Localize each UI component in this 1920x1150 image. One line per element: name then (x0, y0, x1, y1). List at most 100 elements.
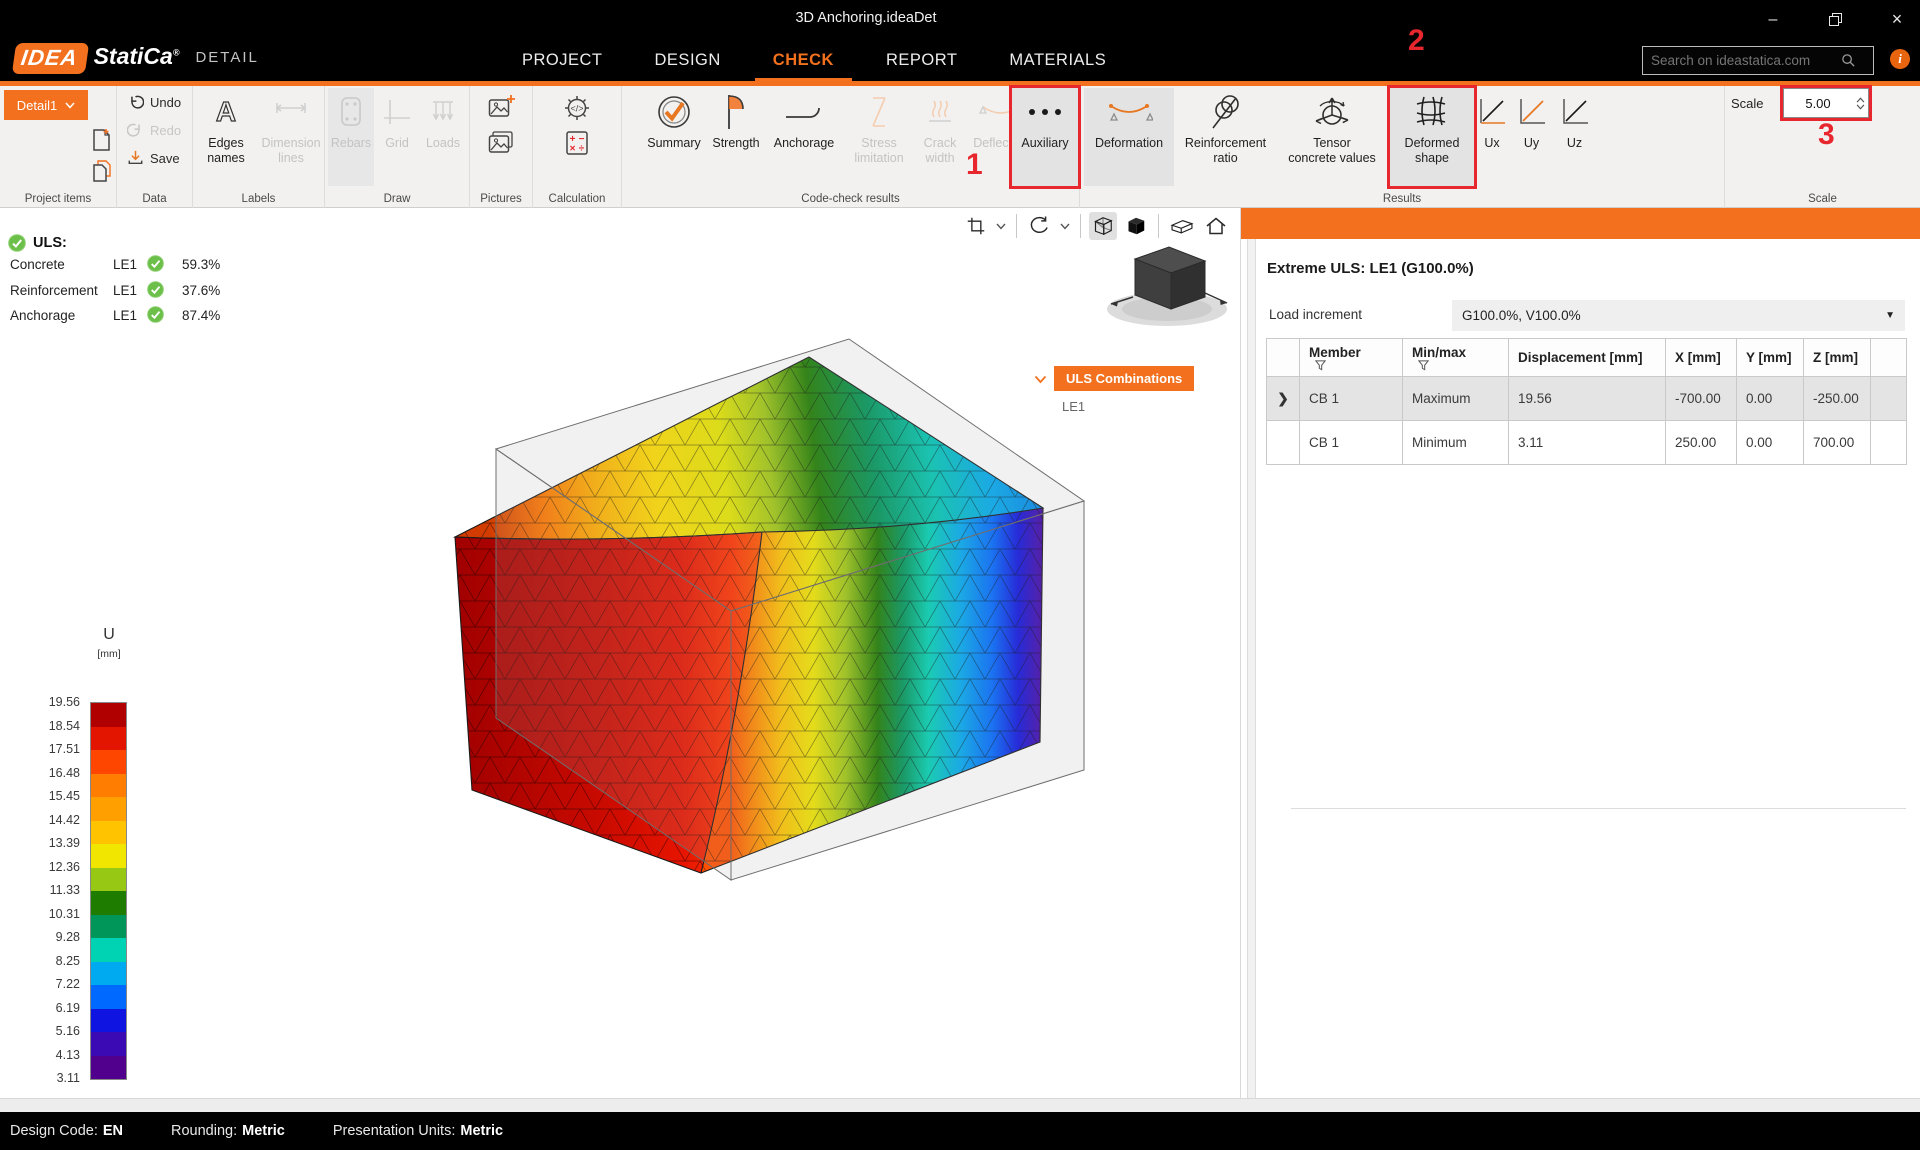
table-cell: Minimum (1403, 421, 1509, 465)
legend-color-band (91, 938, 126, 962)
detail1-dropdown[interactable]: Detail1 (4, 90, 88, 120)
uls-summary-row: AnchorageLE187.4% (8, 303, 67, 329)
menu-report[interactable]: REPORT (884, 41, 959, 80)
deformed-shape-model[interactable] (430, 315, 1110, 895)
rebars-icon (337, 88, 365, 136)
reinforcement-ratio-button[interactable]: Reinforcement ratio (1174, 88, 1277, 186)
rotate-dropdown-chevron[interactable] (1058, 221, 1072, 232)
panel-scrollbar[interactable] (1247, 239, 1256, 1098)
uy-button[interactable]: Uy (1511, 88, 1552, 186)
minimize-button[interactable]: – (1750, 0, 1796, 39)
spinner-up-icon[interactable] (1856, 97, 1865, 103)
model-viewport[interactable]: ULS: ConcreteLE159.3%ReinforcementLE137.… (0, 208, 1240, 1098)
search-input[interactable] (1651, 53, 1841, 68)
home-view-button[interactable] (1202, 212, 1230, 240)
dimension-lines-icon (273, 88, 309, 136)
legend-value-label: 17.51 (0, 742, 80, 756)
uls-combinations-badge[interactable]: ULS Combinations (1054, 366, 1194, 391)
scale-value[interactable]: 5.00 (1784, 96, 1852, 111)
extreme-results-table[interactable]: MemberMin/maxDisplacement [mm]X [mm]Y [m… (1266, 338, 1907, 465)
combination-item-le1[interactable]: LE1 (1062, 399, 1085, 414)
row-selector[interactable] (1267, 421, 1300, 465)
deformation-button[interactable]: Deformation (1084, 88, 1174, 186)
load-increment-label: Load increment (1269, 307, 1362, 322)
undo-button[interactable]: Undo (127, 94, 181, 110)
table-row[interactable]: ❯CB 1Maximum19.56-700.000.00-250.00 (1267, 377, 1907, 421)
menu-check[interactable]: CHECK (771, 41, 836, 80)
load-increment-dropdown[interactable]: G100.0%, V100.0% ▼ (1452, 300, 1905, 331)
summary-button[interactable]: Summary (642, 88, 706, 186)
gallery-icon[interactable] (488, 130, 514, 154)
tensor-concrete-values-button[interactable]: Tensor concrete values (1277, 88, 1387, 186)
menu-materials[interactable]: MATERIALS (1007, 41, 1108, 80)
viewport-toolbar (963, 211, 1240, 241)
redo-button[interactable]: Redo (127, 122, 181, 138)
chevron-down-icon (1060, 223, 1070, 230)
uls-status-icon (147, 306, 164, 323)
group-label-labels: Labels (193, 193, 324, 205)
auxiliary-button[interactable]: Auxiliary (1012, 88, 1078, 186)
group-label-code-check: Code-check results (622, 193, 1079, 205)
dimension-lines-button[interactable]: Dimension lines (259, 88, 323, 186)
scale-spinner[interactable]: 5.00 (1783, 88, 1869, 118)
restore-button[interactable] (1812, 0, 1858, 39)
scale-stepper[interactable] (1852, 97, 1868, 110)
copy-detail-icon[interactable] (92, 160, 112, 182)
stress-limitation-button[interactable]: Stress limitation (848, 88, 910, 186)
search-box[interactable] (1642, 46, 1874, 75)
rotate-view-button[interactable] (1025, 213, 1053, 239)
loads-button[interactable]: Loads (420, 88, 466, 186)
legend-value-label: 11.33 (0, 883, 80, 897)
legend-color-bar (90, 702, 127, 1080)
menu-project[interactable]: PROJECT (520, 41, 605, 80)
row-selector[interactable]: ❯ (1267, 377, 1300, 421)
wireframe-cube-icon (1091, 214, 1115, 238)
crop-view-button[interactable] (963, 213, 989, 239)
ribbon: Detail1 Project items Undo Redo (0, 86, 1920, 208)
redo-icon (127, 122, 144, 138)
grid-button[interactable]: Grid (376, 88, 418, 186)
table-cell: CB 1 (1300, 377, 1403, 421)
table-cell: 0.00 (1737, 421, 1804, 465)
crop-dropdown-chevron[interactable] (994, 221, 1008, 232)
summary-icon (654, 88, 694, 136)
legend-value-label: 15.45 (0, 789, 80, 803)
crack-width-button[interactable]: Crack width (914, 88, 966, 186)
add-picture-icon[interactable] (488, 94, 515, 120)
ux-button[interactable]: Ux (1473, 88, 1511, 186)
uls-item-name: Reinforcement (10, 283, 98, 298)
legend-value-label: 9.28 (0, 930, 80, 944)
spinner-down-icon[interactable] (1856, 104, 1865, 110)
solid-view-button[interactable] (1122, 212, 1150, 240)
rebars-button[interactable]: Rebars (328, 88, 374, 186)
filter-icon[interactable] (1315, 360, 1326, 371)
table-header-min-max[interactable]: Min/max (1403, 339, 1509, 377)
wireframe-view-button[interactable] (1089, 212, 1117, 240)
uls-load-case: LE1 (113, 257, 137, 272)
table-cell: -700.00 (1666, 377, 1737, 421)
table-header-blank (1267, 339, 1300, 377)
filter-icon[interactable] (1418, 360, 1429, 371)
legend-value-label: 10.31 (0, 907, 80, 921)
edges-names-button[interactable]: A Edges names (195, 88, 257, 186)
legend-value-label: 7.22 (0, 977, 80, 991)
anchorage-button[interactable]: Anchorage (766, 88, 842, 186)
deformed-shape-button[interactable]: Deformed shape (1390, 88, 1474, 186)
calculation-settings-icon[interactable]: </> (563, 94, 591, 122)
calculator-icon[interactable]: +−×÷ (564, 130, 590, 156)
clip-view-button[interactable] (1167, 213, 1197, 239)
table-row[interactable]: CB 1Minimum3.11250.000.00700.00 (1267, 421, 1907, 465)
navigation-cube[interactable] (1095, 243, 1235, 338)
new-detail-icon[interactable] (92, 128, 112, 152)
table-header-x-mm-: X [mm] (1666, 339, 1737, 377)
annotation-1: 1 (966, 148, 983, 182)
chevron-down-icon[interactable] (1034, 375, 1047, 384)
close-button[interactable]: × (1874, 0, 1920, 39)
table-header-member[interactable]: Member (1300, 339, 1403, 377)
menu-design[interactable]: DESIGN (653, 41, 723, 80)
save-button[interactable]: Save (127, 150, 180, 166)
strength-icon (719, 88, 753, 136)
info-icon[interactable]: i (1890, 49, 1910, 69)
uz-button[interactable]: Uz (1552, 88, 1597, 186)
strength-button[interactable]: Strength (708, 88, 764, 186)
